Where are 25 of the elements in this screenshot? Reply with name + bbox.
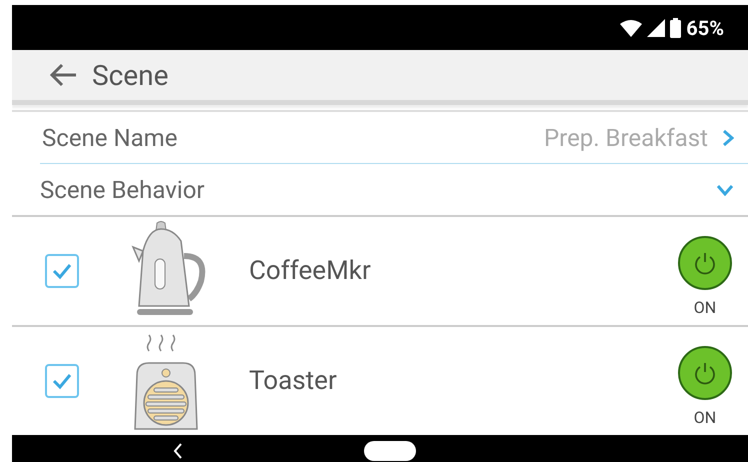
power-icon — [693, 250, 717, 274]
signal-icon — [647, 18, 666, 36]
screen-title: Scene — [92, 58, 168, 92]
checkmark-icon — [51, 262, 73, 280]
battery-percentage: 65% — [686, 16, 724, 40]
chevron-right-icon[interactable] — [722, 128, 734, 146]
home-button[interactable] — [364, 441, 416, 461]
device-name: CoffeeMkr — [249, 256, 372, 286]
wifi-icon — [620, 18, 642, 36]
power-state-label: ON — [694, 408, 716, 426]
setting-label: Scene Name — [42, 124, 178, 152]
checkbox[interactable] — [45, 254, 79, 288]
power-icon — [693, 360, 717, 384]
back-arrow-icon[interactable] — [48, 62, 78, 88]
checkbox[interactable] — [45, 364, 79, 398]
power-state-label: ON — [694, 298, 716, 316]
back-icon[interactable] — [172, 442, 184, 460]
battery-icon — [670, 18, 682, 38]
setting-value[interactable]: Prep. Breakfast — [544, 124, 708, 152]
power-button[interactable] — [678, 236, 732, 290]
power-button[interactable] — [678, 346, 732, 400]
device-name: Toaster — [249, 366, 338, 396]
chevron-down-icon[interactable] — [716, 184, 734, 196]
setting-label: Scene Behavior — [40, 176, 206, 204]
checkmark-icon — [51, 372, 73, 390]
